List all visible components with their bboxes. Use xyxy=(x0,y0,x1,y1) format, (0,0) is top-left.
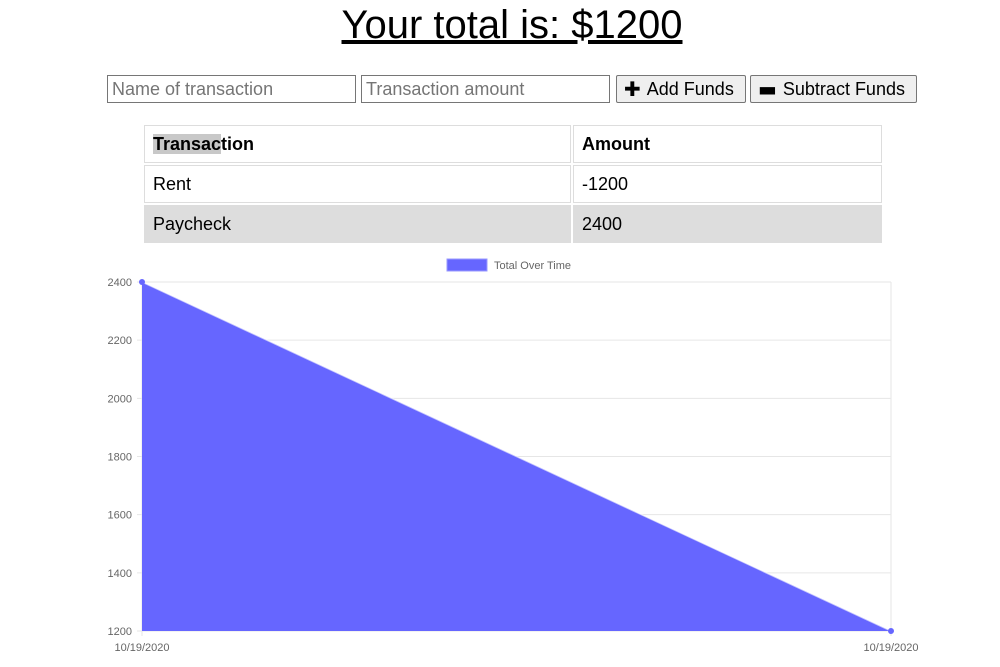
table-header-row: Transaction Amount xyxy=(144,125,882,163)
y-tick-label: 1400 xyxy=(108,568,132,580)
plus-icon: ✚ xyxy=(624,77,641,101)
add-funds-label: Add Funds xyxy=(646,78,734,99)
data-point xyxy=(139,279,145,285)
data-point xyxy=(888,628,894,634)
subtract-funds-button[interactable]: ▬ Subtract Funds xyxy=(750,75,917,103)
add-funds-button[interactable]: ✚ Add Funds xyxy=(616,75,746,103)
page-title: Your total is: $1200 xyxy=(341,3,683,47)
total-over-time-chart: 1200 1400 1600 1800 2000 2200 2400 10/19/2020 10… xyxy=(108,258,919,654)
x-tick-label: 10/19/2020 xyxy=(114,642,169,654)
selection-highlight: Transac xyxy=(153,133,222,154)
transaction-column-header: Transaction xyxy=(144,125,571,163)
transaction-amount-cell: 2400 xyxy=(573,205,882,243)
legend-label: Total Over Time xyxy=(494,260,571,272)
transaction-name-cell: Paycheck xyxy=(144,205,571,243)
y-tick-label: 1800 xyxy=(108,452,132,464)
transaction-name-cell: Rent xyxy=(144,165,571,203)
transaction-amount-cell: -1200 xyxy=(573,165,882,203)
subtract-funds-label: Subtract Funds xyxy=(782,78,905,99)
legend-swatch xyxy=(446,258,488,272)
y-tick-label: 2200 xyxy=(108,335,132,347)
transaction-amount-input[interactable] xyxy=(361,75,610,103)
minus-icon: ▬ xyxy=(758,77,777,101)
transaction-name-input[interactable] xyxy=(107,75,356,103)
x-tick-label: 10/19/2020 xyxy=(863,642,918,654)
y-tick-label: 2000 xyxy=(108,393,132,405)
amount-column-header: Amount xyxy=(573,125,882,163)
y-tick-label: 1600 xyxy=(108,510,132,522)
transactions-table: Transaction Amount Rent -1200 Paycheck 2… xyxy=(142,123,884,245)
table-row: Paycheck 2400 xyxy=(144,205,882,243)
y-tick-label: 2400 xyxy=(108,277,132,289)
header-text-rest: tion xyxy=(221,133,255,154)
table-row: Rent -1200 xyxy=(144,165,882,203)
y-tick-label: 1200 xyxy=(108,626,132,638)
